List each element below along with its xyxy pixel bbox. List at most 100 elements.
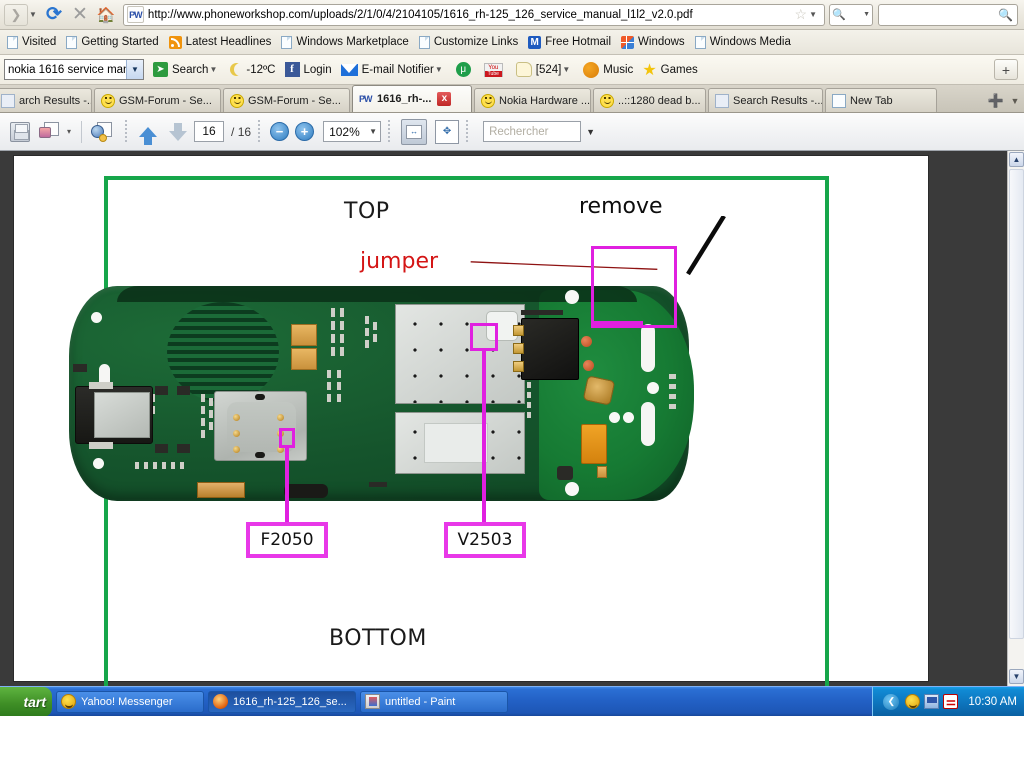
start-button[interactable]: tart <box>0 686 52 717</box>
pdf-page: TOP BOTTOM jumper remove V2503 F2050 <box>14 156 928 768</box>
power-ic-chip <box>513 318 579 380</box>
chevron-left-icon[interactable]: ❮ <box>883 693 900 710</box>
bookmark-item[interactable]: Latest Headlines <box>164 32 277 53</box>
tab-gsm-forum-1[interactable]: GSM-Forum - Se... <box>94 88 221 112</box>
bookmark-item[interactable]: M Free Hotmail <box>523 32 616 53</box>
email-document-button[interactable] <box>88 118 116 146</box>
back-forward-icon[interactable]: ❯ <box>4 3 28 26</box>
search-go-icon: ➤ <box>153 62 168 77</box>
taskbar-item-paint[interactable]: untitled - Paint <box>360 690 508 713</box>
bookmark-item[interactable]: Windows Marketplace <box>276 32 413 53</box>
taskbar-item-yahoo-messenger[interactable]: Yahoo! Messenger <box>56 690 204 713</box>
page-number-input[interactable]: 16 <box>194 121 225 142</box>
tab-search-results-1[interactable]: arch Results -... <box>0 88 92 112</box>
fit-page-button[interactable]: ✥ <box>435 119 460 144</box>
chevron-down-icon[interactable]: ▼ <box>809 10 817 19</box>
bookmark-item[interactable]: Customize Links <box>414 32 523 53</box>
bookmark-label: Customize Links <box>433 36 519 48</box>
facebook-login-button[interactable]: f Login <box>284 62 332 77</box>
find-input[interactable]: Rechercher <box>483 121 582 142</box>
tab-pdf-active[interactable]: PW 1616_rh-... x <box>352 85 472 112</box>
utorrent-button[interactable]: μ <box>455 62 475 77</box>
games-button[interactable]: ★ Games <box>642 60 697 80</box>
site-favicon-icon: PW <box>126 6 144 23</box>
tab-new-tab[interactable]: New Tab <box>825 88 937 112</box>
chevron-down-icon[interactable]: ▼ <box>369 127 377 136</box>
smd-pad-array <box>331 308 335 317</box>
home-icon[interactable]: 🏠 <box>93 2 119 28</box>
tab-nokia-hardware[interactable]: Nokia Hardware ... <box>474 88 591 112</box>
scrollbar-thumb[interactable] <box>1009 169 1024 639</box>
label-remove: remove <box>579 194 663 219</box>
search-input[interactable]: 🔍 <box>878 3 1018 26</box>
tab-search-results-2[interactable]: Search Results -... <box>708 88 823 112</box>
print-button[interactable] <box>36 118 64 146</box>
bookmark-item[interactable]: Visited <box>2 32 61 53</box>
chevron-down-icon[interactable]: ▼ <box>586 127 595 137</box>
search-engine-selector[interactable]: 🔍 ▼ <box>829 3 873 26</box>
vertical-scrollbar[interactable]: ▲ ▼ <box>1007 151 1024 686</box>
bookmark-item[interactable]: Windows <box>616 32 690 53</box>
smd-pad-array <box>135 462 139 469</box>
new-tab-button[interactable]: ➕ <box>986 90 1006 112</box>
add-toolbar-button[interactable]: + <box>994 59 1018 80</box>
save-button[interactable] <box>6 118 34 146</box>
chevron-down-icon[interactable]: ▼ <box>562 65 570 74</box>
down-arrow-icon <box>169 122 188 141</box>
bookmark-item[interactable]: Windows Media <box>690 32 796 53</box>
star-icon[interactable]: ☆ <box>795 6 808 23</box>
email-document-icon <box>91 121 113 142</box>
fit-page-icon: ✥ <box>442 126 452 137</box>
chevron-down-icon[interactable]: ▼ <box>435 65 443 74</box>
yahoo-messenger-tray-icon[interactable] <box>905 694 921 709</box>
page-separator: / <box>231 124 235 139</box>
next-page-button[interactable] <box>164 118 192 146</box>
close-icon[interactable]: x <box>437 92 452 106</box>
gold-pad <box>291 348 317 370</box>
tab-list-chevron-down-icon[interactable]: ▼ <box>1006 90 1024 112</box>
chevron-down-icon[interactable]: ▼ <box>126 60 143 79</box>
scroll-down-button[interactable]: ▼ <box>1009 669 1024 684</box>
chevron-down-icon[interactable]: ▾ <box>67 127 71 136</box>
label-top: TOP <box>344 199 390 224</box>
capacitor <box>581 336 592 347</box>
email-notifier-button[interactable]: E-mail Notifier ▼ <box>340 63 447 76</box>
zoom-in-button[interactable]: + <box>295 122 315 141</box>
taskbar-clock[interactable]: 10:30 AM <box>968 696 1017 708</box>
rss-icon <box>168 35 182 49</box>
system-tray: ❮ ⚌ 10:30 AM <box>872 686 1024 717</box>
previous-page-button[interactable] <box>134 118 162 146</box>
divider <box>466 119 469 144</box>
gold-pad <box>597 466 607 478</box>
network-tray-icon[interactable] <box>924 694 940 709</box>
board-hole <box>647 382 659 394</box>
zoom-level-input[interactable]: 102% ▼ <box>323 121 382 142</box>
tab-1280-dead-boot[interactable]: ..::1280 dead b... <box>593 88 706 112</box>
search-button-label: Search <box>172 63 209 76</box>
scroll-up-button[interactable]: ▲ <box>1009 152 1024 167</box>
bookmark-item[interactable]: Getting Started <box>61 32 163 53</box>
notes-counter-button[interactable]: [524] ▼ <box>515 62 575 77</box>
address-bar[interactable]: PW http://www.phoneworkshop.com/uploads/… <box>122 3 825 26</box>
chevron-down-icon[interactable]: ▼ <box>29 10 37 19</box>
weather-widget[interactable]: -12ºC <box>230 63 275 76</box>
fit-width-button[interactable]: ↔ <box>401 118 428 145</box>
toolbar-search-button[interactable]: ➤ Search ▼ <box>153 62 221 77</box>
search-doc-icon <box>1 93 15 108</box>
tab-gsm-forum-2[interactable]: GSM-Forum - Se... <box>223 88 350 112</box>
toolbar-search-input[interactable]: nokia 1616 service manua ▼ <box>4 59 144 80</box>
envelope-icon <box>340 63 358 76</box>
taskbar-item-firefox-pdf[interactable]: 1616_rh-125_126_se... <box>208 690 356 713</box>
f2050-highlight-box <box>279 428 295 448</box>
zoom-out-button[interactable]: − <box>270 122 290 141</box>
antenna-connector <box>557 466 573 480</box>
reload-icon[interactable]: ⟳ <box>41 2 67 28</box>
tab-label: arch Results -... <box>19 94 92 107</box>
music-button[interactable]: Music <box>583 61 633 78</box>
chevron-down-icon[interactable]: ▼ <box>209 65 217 74</box>
connector-left <box>75 386 153 444</box>
avira-tray-icon[interactable]: ⚌ <box>943 694 959 709</box>
stop-icon[interactable]: ✕ <box>67 2 93 28</box>
youtube-button[interactable]: You Tube <box>483 62 507 77</box>
bookmark-label: Windows Media <box>709 36 791 48</box>
